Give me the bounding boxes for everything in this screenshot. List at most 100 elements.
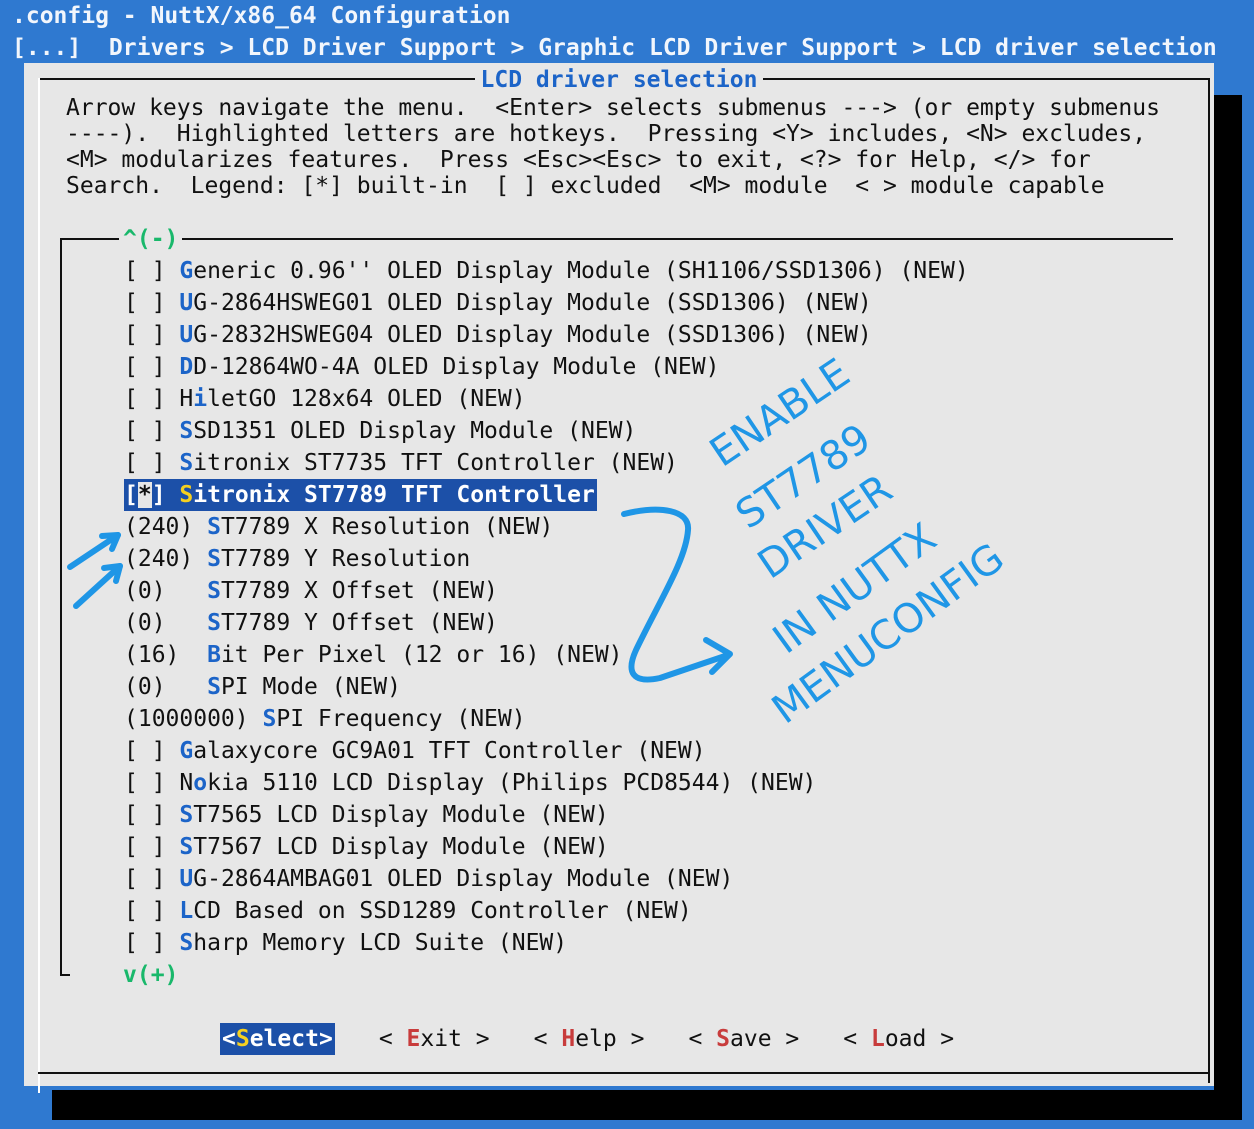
button-hotkey: E <box>406 1026 421 1052</box>
button-text: < <box>222 1026 236 1052</box>
menu-item[interactable]: (240) ST7789 X Resolution (NEW) <box>124 511 969 543</box>
menu-item[interactable]: (16) Bit Per Pixel (12 or 16) (NEW) <box>124 639 969 671</box>
menu-item[interactable]: [ ] HiletGO 128x64 OLED (NEW) <box>124 383 969 415</box>
menu-item[interactable]: (240) ST7789 Y Resolution <box>124 543 969 575</box>
menu-item[interactable]: [ ] UG-2864AMBAG01 OLED Display Module (… <box>124 863 969 895</box>
menu-item[interactable]: (1000000) SPI Frequency (NEW) <box>124 703 969 735</box>
menu-item-prefix: (240) <box>124 546 208 572</box>
menu-item-hotkey: U <box>179 322 194 348</box>
menu-item-hotkey: U <box>179 866 194 892</box>
cursor-cell: * <box>137 482 152 508</box>
menu-item-hotkey: G <box>179 258 194 284</box>
menu-item-hotkey: B <box>207 642 221 668</box>
button-hotkey: L <box>870 1026 885 1052</box>
menu-item-prefix: (16) <box>124 642 208 668</box>
menu-item-hotkey: S <box>207 610 221 636</box>
button-bar: <Select> < Exit > < Help > < Save > < Load > <box>220 1023 998 1055</box>
menu-item-label: G-2864HSWEG01 OLED Display Module (SSD13… <box>193 290 872 316</box>
menu-item[interactable]: (0) SPI Mode (NEW) <box>124 671 969 703</box>
menu-item-hotkey: D <box>179 354 194 380</box>
menu-item[interactable]: [ ] Nokia 5110 LCD Display (Philips PCD8… <box>124 767 969 799</box>
menu-item[interactable]: [ ] Sitronix ST7735 TFT Controller (NEW) <box>124 447 969 479</box>
button-text: oad > <box>884 1026 955 1052</box>
help-button[interactable]: < Help > <box>534 1023 645 1055</box>
help-line: ----). Highlighted letters are hotkeys. … <box>66 121 1147 147</box>
button-text: elect> <box>249 1026 333 1052</box>
menu-item[interactable]: [ ] Sharp Memory LCD Suite (NEW) <box>124 927 969 959</box>
menu-item-label: T7789 X Offset (NEW) <box>220 578 498 604</box>
button-text: < <box>533 1026 562 1052</box>
exit-button[interactable]: < Exit > <box>379 1023 490 1055</box>
button-text: elp > <box>575 1026 645 1052</box>
save-button[interactable]: < Save > <box>688 1023 799 1055</box>
menu-item-label: PI Mode (NEW) <box>220 674 401 700</box>
menu-item-label: PI Frequency (NEW) <box>276 706 526 732</box>
menu-item-label: letGO 128x64 OLED (NEW) <box>207 386 526 412</box>
menu-item-hotkey: S <box>179 802 194 828</box>
menu-item-prefix: (240) <box>124 514 208 540</box>
menu-item-hotkey: U <box>179 290 194 316</box>
help-line: <M> modularizes features. Press <Esc><Es… <box>66 147 1091 173</box>
menu-item-label: G-2832HSWEG04 OLED Display Module (SSD13… <box>193 322 872 348</box>
menu-item-label: T7565 LCD Display Module (NEW) <box>193 802 609 828</box>
load-button[interactable]: < Load > <box>843 1023 954 1055</box>
dialog-title: LCD driver selection <box>474 67 764 93</box>
button-hotkey: S <box>716 1026 730 1052</box>
menu-item-hotkey: L <box>179 898 194 924</box>
menu-item[interactable]: [ ] LCD Based on SSD1289 Controller (NEW… <box>124 895 969 927</box>
menu-item-label: itronix ST7789 TFT Controller <box>193 482 595 508</box>
menu-item-prefix: [ ] N <box>124 770 194 796</box>
dialog-title-bar: LCD driver selection <box>24 64 1214 96</box>
menu-item-prefix: (0) <box>124 610 208 636</box>
menu-item[interactable]: [ ] ST7567 LCD Display Module (NEW) <box>124 831 969 863</box>
menu-item-label: CD Based on SSD1289 Controller (NEW) <box>193 898 692 924</box>
menu-item-prefix: [ ] <box>124 290 180 316</box>
menu-item-label: harp Memory LCD Suite (NEW) <box>193 930 568 956</box>
menu-item-hotkey: S <box>207 674 221 700</box>
menu-item-prefix: [ ] <box>124 898 180 924</box>
menu-item-hotkey: o <box>193 770 208 796</box>
menu-item[interactable]: [ ] ST7565 LCD Display Module (NEW) <box>124 799 969 831</box>
dialog-shadow-bottom <box>52 1090 1242 1120</box>
menu-item[interactable]: [ ] SSD1351 OLED Display Module (NEW) <box>124 415 969 447</box>
menu-item-label: SD1351 OLED Display Module (NEW) <box>193 418 637 444</box>
help-text: Arrow keys navigate the menu. <Enter> se… <box>66 95 1160 199</box>
menu-item-hotkey: G <box>179 738 194 764</box>
menu-item[interactable]: (0) ST7789 Y Offset (NEW) <box>124 607 969 639</box>
menu-item-hotkey: S <box>207 546 221 572</box>
menu-item-hotkey: S <box>179 930 194 956</box>
scroll-down-indicator[interactable]: v(+) <box>123 959 178 991</box>
menu-item-hotkey: S <box>179 834 194 860</box>
menu-item-label: T7789 Y Offset (NEW) <box>220 610 498 636</box>
menu-item-prefix: [ ] <box>124 930 180 956</box>
help-line: Search. Legend: [*] built-in [ ] exclude… <box>66 173 1105 199</box>
menu-list: [ ] Generic 0.96'' OLED Display Module (… <box>124 255 969 959</box>
menu-item-prefix: [ ] <box>124 866 180 892</box>
button-hotkey: H <box>561 1026 576 1052</box>
menu-item-hotkey: S <box>207 578 221 604</box>
menu-item-prefix: [ ] <box>124 418 180 444</box>
menu-item[interactable]: [ ] DD-12864WO-4A OLED Display Module (N… <box>124 351 969 383</box>
menu-item[interactable]: (0) ST7789 X Offset (NEW) <box>124 575 969 607</box>
menu-item-hotkey: S <box>207 514 221 540</box>
select-button[interactable]: <Select> <box>220 1023 335 1055</box>
menu-item-prefix: [*] <box>124 482 180 508</box>
menu-item-selected[interactable]: [*] Sitronix ST7789 TFT Controller <box>124 479 597 511</box>
button-hotkey: S <box>235 1026 250 1052</box>
menu-item-label: T7567 LCD Display Module (NEW) <box>193 834 609 860</box>
window-title: .config - NuttX/x86_64 Configuration <box>12 3 511 29</box>
menu-item[interactable]: [ ] UG-2864HSWEG01 OLED Display Module (… <box>124 287 969 319</box>
config-dialog: LCD driver selection Arrow keys navigate… <box>24 63 1214 1093</box>
button-text: < <box>688 1026 717 1052</box>
menu-item[interactable]: [ ] Generic 0.96'' OLED Display Module (… <box>124 255 969 287</box>
menu-item-prefix: [ ] H <box>124 386 194 412</box>
scroll-up-indicator[interactable]: ^(-) <box>119 223 183 255</box>
menu-item-prefix: [ ] <box>124 354 180 380</box>
menu-item[interactable]: [ ] UG-2832HSWEG04 OLED Display Module (… <box>124 319 969 351</box>
menu-item-label: it Per Pixel (12 or 16) (NEW) <box>220 642 623 668</box>
menu-item-prefix: [ ] <box>124 834 180 860</box>
menu-item-prefix: [ ] <box>124 450 180 476</box>
menu-item[interactable]: [ ] Galaxycore GC9A01 TFT Controller (NE… <box>124 735 969 767</box>
menu-item-hotkey: S <box>262 706 277 732</box>
button-text: < <box>843 1026 871 1052</box>
